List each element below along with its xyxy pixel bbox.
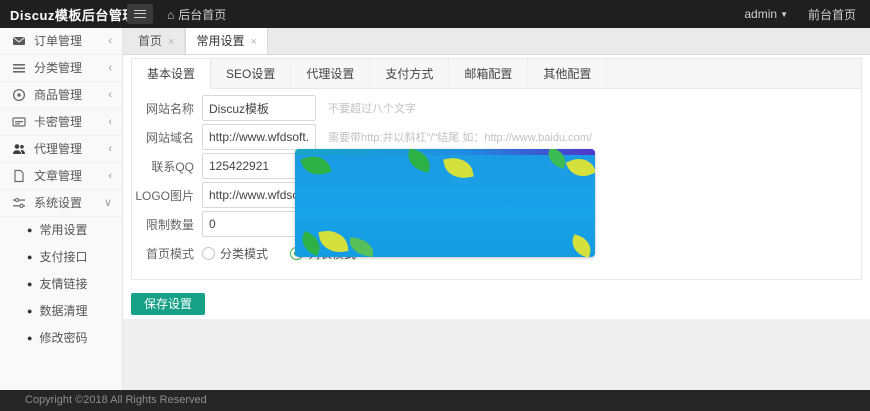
tab-basic-settings[interactable]: 基本设置	[132, 59, 211, 89]
field-label: 网站名称	[132, 100, 194, 117]
sidebar-item-label: 文章管理	[34, 163, 82, 190]
tab-content: 基本设置 SEO设置 代理设置 支付方式 邮箱配置 其他配置 网站名称 不要超过…	[123, 55, 870, 319]
settings-tabbar: 基本设置 SEO设置 代理设置 支付方式 邮箱配置 其他配置	[132, 59, 861, 89]
chevron-left-icon: ‹	[108, 136, 112, 163]
frontend-home-link[interactable]: 前台首页	[808, 6, 856, 23]
document-icon	[12, 169, 26, 183]
form-row-site-name: 网站名称 不要超过八个文字	[132, 95, 861, 121]
basic-settings-form: 网站名称 不要超过八个文字 网站域名 需要带http:并以斜杠"/"结尾 如：h…	[132, 89, 861, 279]
radio-option-category-mode[interactable]: 分类模式	[202, 245, 268, 262]
topbar: Discuz模板后台管理 ⌂ 后台首页 admin▼ 前台首页	[0, 0, 870, 28]
sidebar-subitem-label: 数据清理	[39, 304, 87, 318]
sidebar-item-label: 商品管理	[34, 82, 82, 109]
menu-toggle-button[interactable]	[127, 4, 153, 24]
bullet-icon: ●	[27, 333, 32, 343]
sidebar-subitem-label: 友情链接	[39, 277, 87, 291]
chevron-down-icon: ▼	[780, 10, 788, 19]
field-label: 首页模式	[132, 245, 194, 262]
sidebar-item-system-settings[interactable]: 系统设置 ∨	[0, 190, 122, 217]
tab-seo-settings[interactable]: SEO设置	[211, 59, 291, 88]
sidebar-subitem-label: 常用设置	[39, 223, 87, 237]
sidebar: 订单管理 ‹ 分类管理 ‹ 商品管理 ‹ 卡密管理 ‹ 代理管理 ‹ 文章管理	[0, 28, 123, 390]
tab-other-config[interactable]: 其他配置	[528, 59, 607, 88]
tab-label: 首页	[138, 34, 162, 48]
tab-home[interactable]: 首页 ×	[128, 28, 185, 54]
radio-label: 分类模式	[220, 247, 268, 261]
topbar-home-label: 后台首页	[178, 8, 226, 22]
leaf-decoration	[300, 151, 331, 179]
sidebar-subitem-data-cleanup[interactable]: ● 数据清理	[0, 298, 122, 325]
chevron-left-icon: ‹	[108, 163, 112, 190]
main-area: 首页 × 常用设置 × 基本设置 SEO设置 代理设置 支付方式 邮箱配置 其他配置…	[123, 28, 870, 390]
sidebar-subitem-change-password[interactable]: ● 修改密码	[0, 325, 122, 352]
envelope-icon	[12, 34, 26, 48]
tab-mail-config[interactable]: 邮箱配置	[449, 59, 528, 88]
tab-label: 常用设置	[196, 34, 244, 48]
sidebar-subitem-label: 支付接口	[39, 250, 87, 264]
sidebar-item-categories[interactable]: 分类管理 ‹	[0, 55, 122, 82]
topbar-home-tab[interactable]: ⌂ 后台首页	[167, 6, 226, 23]
chevron-left-icon: ‹	[108, 109, 112, 136]
sidebar-item-label: 系统设置	[34, 190, 82, 217]
tab-common-settings[interactable]: 常用设置 ×	[185, 28, 267, 54]
bullet-icon: ●	[27, 252, 32, 262]
sidebar-subitem-common-settings[interactable]: ● 常用设置	[0, 217, 122, 244]
sidebar-subitem-label: 修改密码	[39, 331, 87, 345]
admin-label: admin	[744, 7, 777, 21]
bullet-icon: ●	[27, 225, 32, 235]
field-label: 网站域名	[132, 129, 194, 146]
field-label: 限制数量	[132, 216, 194, 233]
sidebar-item-agents[interactable]: 代理管理 ‹	[0, 136, 122, 163]
save-settings-button[interactable]: 保存设置	[131, 293, 205, 315]
chevron-down-icon: ∨	[104, 190, 112, 217]
bullet-icon: ●	[27, 306, 32, 316]
target-icon	[12, 88, 26, 102]
hamburger-icon	[134, 10, 146, 18]
tab-payment-methods[interactable]: 支付方式	[370, 59, 449, 88]
sidebar-item-articles[interactable]: 文章管理 ‹	[0, 163, 122, 190]
card-icon	[12, 115, 26, 129]
admin-menu[interactable]: admin▼	[744, 7, 788, 21]
sliders-icon	[12, 196, 26, 210]
sidebar-item-products[interactable]: 商品管理 ‹	[0, 82, 122, 109]
sidebar-item-orders[interactable]: 订单管理 ‹	[0, 28, 122, 55]
tab-agent-settings[interactable]: 代理设置	[291, 59, 370, 88]
sidebar-subitem-friend-links[interactable]: ● 友情链接	[0, 271, 122, 298]
field-hint: 不要超过八个文字	[328, 100, 416, 116]
sidebar-item-label: 分类管理	[34, 55, 82, 82]
site-name-input[interactable]	[202, 95, 316, 121]
sidebar-item-label: 代理管理	[34, 136, 82, 163]
close-icon[interactable]: ×	[250, 36, 256, 48]
window-tabstrip: 首页 × 常用设置 ×	[123, 28, 870, 55]
field-label: LOGO图片	[132, 187, 194, 204]
settings-panel: 基本设置 SEO设置 代理设置 支付方式 邮箱配置 其他配置 网站名称 不要超过…	[131, 58, 862, 280]
logo-preview-image	[295, 149, 595, 257]
chevron-left-icon: ‹	[108, 28, 112, 55]
users-icon	[12, 142, 26, 156]
sidebar-item-label: 卡密管理	[34, 109, 82, 136]
leaf-decoration	[348, 237, 375, 257]
bullet-icon: ●	[27, 279, 32, 289]
chevron-left-icon: ‹	[108, 82, 112, 109]
leaf-decoration	[566, 153, 595, 182]
leaf-decoration	[319, 228, 349, 255]
form-row-site-domain: 网站域名 需要带http:并以斜杠"/"结尾 如：http://www.baid…	[132, 124, 861, 150]
radio-unchecked-icon[interactable]	[202, 247, 215, 260]
leaf-decoration	[569, 234, 595, 257]
app-title: Discuz模板后台管理	[0, 5, 123, 24]
sidebar-item-label: 订单管理	[34, 28, 82, 55]
home-icon: ⌂	[167, 8, 174, 22]
footer-copyright: Copyright ©2018 All Rights Reserved	[0, 390, 870, 411]
leaf-decoration	[443, 155, 473, 181]
list-icon	[12, 61, 26, 75]
field-label: 联系QQ	[132, 158, 194, 175]
site-domain-input[interactable]	[202, 124, 316, 150]
sidebar-item-cardkeys[interactable]: 卡密管理 ‹	[0, 109, 122, 136]
chevron-left-icon: ‹	[108, 55, 112, 82]
field-hint: 需要带http:并以斜杠"/"结尾 如：http://www.baidu.com…	[328, 129, 592, 145]
close-icon[interactable]: ×	[168, 36, 174, 48]
sidebar-subitem-payment-api[interactable]: ● 支付接口	[0, 244, 122, 271]
